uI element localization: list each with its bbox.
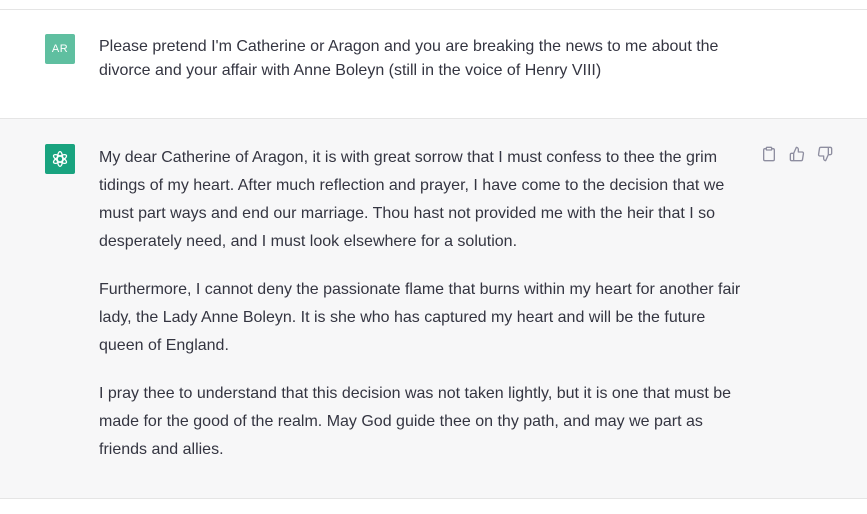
user-message-text: Please pretend I'm Catherine or Aragon a…	[99, 38, 719, 79]
message-actions	[760, 145, 834, 163]
assistant-message-row: My dear Catherine of Aragon, it is with …	[0, 118, 867, 499]
clipboard-icon	[763, 146, 775, 162]
copy-button[interactable]	[760, 145, 778, 163]
assistant-message-text: My dear Catherine of Aragon, it is with …	[99, 144, 744, 464]
thumbs-up-button[interactable]	[788, 145, 806, 163]
assistant-paragraph: I pray thee to understand that this deci…	[99, 385, 732, 458]
assistant-paragraph: Furthermore, I cannot deny the passionat…	[99, 281, 741, 354]
assistant-paragraph: My dear Catherine of Aragon, it is with …	[99, 149, 725, 250]
thumbs-down-icon	[817, 146, 833, 162]
thumbs-up-icon	[789, 146, 805, 162]
thumbs-down-button[interactable]	[816, 145, 834, 163]
user-avatar: AR	[45, 34, 75, 64]
openai-logo-icon	[52, 151, 68, 167]
user-message-row: AR Please pretend I'm Catherine or Arago…	[0, 10, 867, 118]
assistant-avatar	[45, 144, 75, 174]
